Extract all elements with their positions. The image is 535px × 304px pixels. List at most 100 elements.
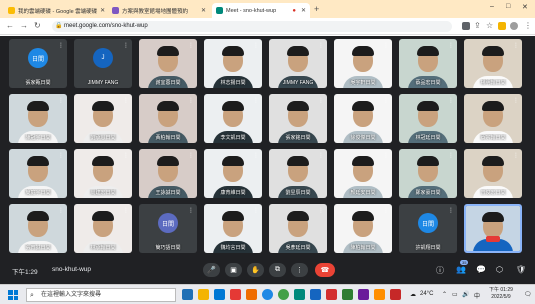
tab-meet[interactable]: Meet - sno-khut-wup ● ✕	[212, 3, 310, 18]
participant-tile[interactable]: ⋮ 蔡品宏日間	[399, 39, 457, 88]
participant-tile[interactable]: ⋮ 林志揚日間	[204, 39, 262, 88]
tile-options-icon[interactable]: ⋮	[253, 152, 259, 159]
tray-chevron-icon[interactable]: ⌃	[442, 291, 447, 298]
app-icon[interactable]	[294, 289, 305, 300]
participant-tile[interactable]: ⋮ 魏均言日間	[204, 204, 262, 253]
people-icon[interactable]: 👥	[456, 265, 466, 274]
notification-icon[interactable]: 🗨	[524, 291, 532, 298]
end-call-button[interactable]: ☎	[315, 263, 335, 277]
edge-icon[interactable]	[262, 289, 273, 300]
participant-tile[interactable]: ⋮ 曾俊宏日間	[464, 149, 522, 198]
tile-options-icon[interactable]: ⋮	[448, 97, 454, 104]
info-icon[interactable]: ⓘ	[436, 265, 444, 276]
participant-tile[interactable]: ⋮ 林承翰日間	[74, 204, 132, 253]
taskbar-search-input[interactable]: ⌕ 在這裡輸入文字來搜尋	[26, 288, 176, 302]
app-icon[interactable]	[358, 289, 369, 300]
tile-options-icon[interactable]: ⋮	[318, 97, 324, 104]
forward-icon[interactable]: →	[20, 21, 28, 30]
word-icon[interactable]	[310, 289, 321, 300]
participant-tile[interactable]: ⋮ 劉承恩日間	[74, 94, 132, 143]
task-view-icon[interactable]	[182, 289, 193, 300]
participant-tile[interactable]: ⋮ 蔡宗翰日間	[464, 94, 522, 143]
participant-tile[interactable]: ⋮ 張育誠日間	[9, 204, 67, 253]
tile-options-icon[interactable]: ⋮	[123, 152, 129, 159]
tile-options-icon[interactable]: ⋮	[253, 97, 259, 104]
participant-tile[interactable]: ⋮ 劉昱辰日間	[269, 149, 327, 198]
reload-icon[interactable]: ↻	[34, 21, 41, 30]
participant-tile[interactable]: 日間 ⋮ 張家甄日間	[9, 39, 67, 88]
tab-google-drive[interactable]: 我的雲端硬碟 - Google 雲端硬碟 ✕	[4, 3, 106, 18]
tile-options-icon[interactable]: ⋮	[448, 152, 454, 159]
tile-options-icon[interactable]: ⋮	[383, 42, 389, 49]
tile-options-icon[interactable]: ⋮	[58, 42, 64, 49]
tile-options-icon[interactable]: ⋮	[253, 207, 259, 214]
participant-tile[interactable]: ⋮ 鄭家豪日間	[399, 149, 457, 198]
more-options-button[interactable]: ⋮	[291, 263, 308, 277]
share-icon[interactable]: ⇪	[474, 21, 481, 30]
tile-options-icon[interactable]: ⋮	[188, 152, 194, 159]
tile-options-icon[interactable]: ⋮	[253, 42, 259, 49]
chrome-icon[interactable]	[278, 289, 289, 300]
weather-temperature[interactable]: 24°C	[420, 291, 433, 297]
maximize-button[interactable]: □	[506, 3, 510, 10]
tile-options-icon[interactable]: ⋮	[188, 207, 194, 214]
mail-icon[interactable]	[214, 289, 225, 300]
chat-icon[interactable]: 💬	[476, 265, 486, 274]
tile-options-icon[interactable]: ⋮	[123, 97, 129, 104]
close-window-button[interactable]: ✕	[522, 3, 528, 11]
tile-options-icon[interactable]: ⋮	[383, 152, 389, 159]
participant-tile[interactable]: ⋮ 簡庭宇日間	[9, 149, 67, 198]
tile-options-icon[interactable]: ⋮	[123, 207, 129, 214]
participant-tile[interactable]: ⋮ 吳宇軒日間	[334, 39, 392, 88]
participant-tile[interactable]: ⋮ 王詠誠日間	[139, 149, 197, 198]
tile-options-icon[interactable]: ⋮	[448, 207, 454, 214]
tile-options-icon[interactable]: ⋮	[318, 42, 324, 49]
app-icon[interactable]	[246, 289, 257, 300]
weather-icon[interactable]: ☁	[410, 291, 416, 298]
tile-options-icon[interactable]: ⋮	[58, 152, 64, 159]
participant-tile[interactable]: ⋮ 陳柏翰日間	[334, 204, 392, 253]
camera-permission-icon[interactable]	[462, 22, 470, 30]
lock-icon[interactable]: 🔒	[55, 21, 62, 32]
tile-options-icon[interactable]: ⋮	[383, 207, 389, 214]
participant-tile[interactable]: ⋮ 張家銘日間	[269, 94, 327, 143]
participant-tile[interactable]: ⋮ 謝宜蓉日間	[139, 39, 197, 88]
close-tab-icon[interactable]: ✕	[201, 7, 206, 14]
tile-options-icon[interactable]: ⋮	[318, 207, 324, 214]
taskbar-clock[interactable]: 下午 01:29 2022/5/9	[489, 287, 513, 301]
network-icon[interactable]: ▭	[452, 291, 458, 298]
tile-options-icon[interactable]: ⋮	[188, 42, 194, 49]
menu-dots-icon[interactable]: ⋮	[524, 21, 532, 30]
volume-icon[interactable]: 🔊	[462, 291, 469, 298]
tile-options-icon[interactable]: ⋮	[513, 42, 519, 49]
tile-options-icon[interactable]: ⋮	[513, 97, 519, 104]
tile-options-icon[interactable]: ⋮	[188, 97, 194, 104]
camera-button[interactable]: ▣	[225, 263, 242, 277]
tab-booking[interactable]: 方案與教室館場地團體預約 ✕	[108, 3, 210, 18]
new-tab-button[interactable]: +	[314, 4, 319, 14]
mic-button[interactable]: 🎤	[203, 263, 220, 277]
participant-tile[interactable]: ⋮ 顏廷安日間	[334, 149, 392, 198]
extension-icon[interactable]	[498, 22, 506, 30]
back-icon[interactable]: ←	[6, 21, 14, 30]
excel-icon[interactable]	[342, 289, 353, 300]
profile-icon[interactable]	[510, 22, 518, 30]
present-button[interactable]: ⧉	[269, 263, 286, 277]
participant-tile[interactable]: ⋮ 康育維日間	[204, 149, 262, 198]
tile-options-icon[interactable]: ⋮	[58, 207, 64, 214]
file-explorer-icon[interactable]	[198, 289, 209, 300]
language-icon[interactable]: 中	[474, 291, 480, 300]
close-tab-icon[interactable]: ✕	[100, 7, 105, 14]
tile-options-icon[interactable]: ⋮	[448, 42, 454, 49]
app-icon[interactable]	[374, 289, 385, 300]
participant-tile[interactable]: 日間 ⋮ 簡巧語日間	[139, 204, 197, 253]
powerpoint-icon[interactable]	[390, 289, 401, 300]
raise-hand-button[interactable]: ✋	[247, 263, 264, 277]
participant-tile[interactable]: ⋮ 林冠廷日間	[399, 94, 457, 143]
participant-tile[interactable]: ⋮ 吳彥廷日間	[269, 204, 327, 253]
activities-icon[interactable]: ⬡	[496, 265, 503, 274]
tile-options-icon[interactable]: ⋮	[383, 97, 389, 104]
address-bar[interactable]: 🔒 meet.google.com/sno-khut-wup	[52, 21, 452, 32]
participant-tile[interactable]: ⋮ 黃柏翰日間	[139, 94, 197, 143]
participant-tile[interactable]: J ⋮ JIMMY FANG	[74, 39, 132, 88]
